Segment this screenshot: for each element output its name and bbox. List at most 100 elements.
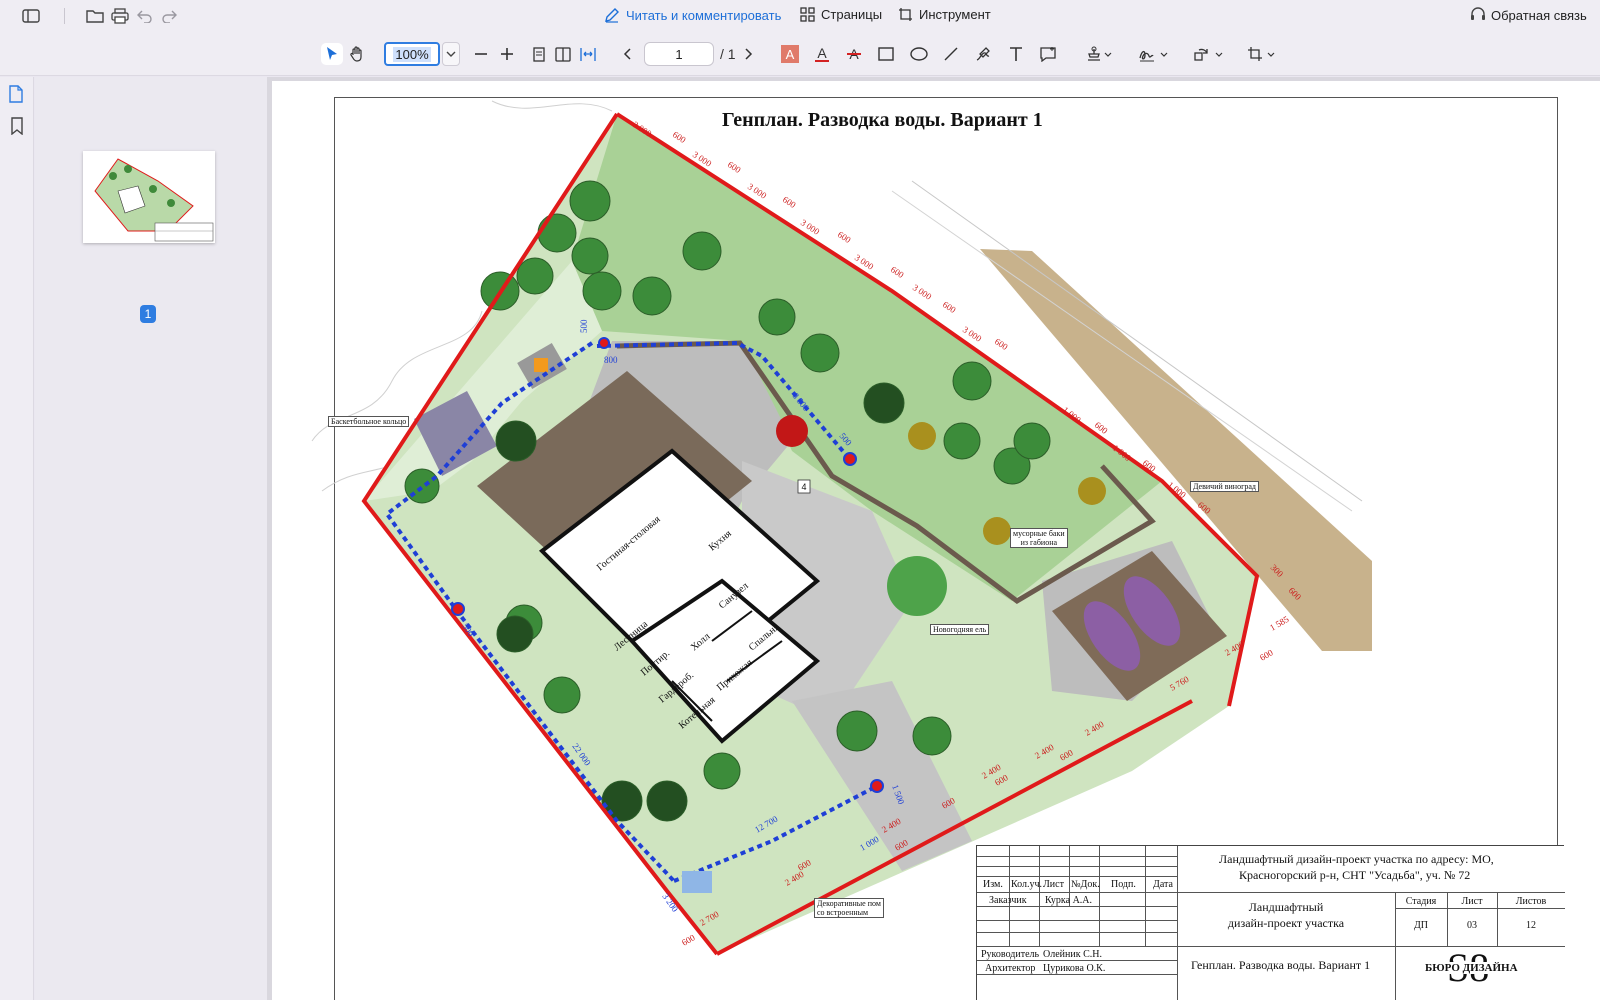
mode-pages-tab[interactable]: Страницы <box>800 7 882 22</box>
text-icon <box>1010 47 1022 61</box>
crop-tool-button[interactable] <box>1247 43 1277 65</box>
customer-name: Курка А.А. <box>1045 895 1093 906</box>
dim-label: 600 <box>993 336 1010 352</box>
signature-icon <box>1139 50 1168 62</box>
project-line2: Красногорский р-н, СНТ "Усадьба", уч. № … <box>1239 868 1471 882</box>
header-koluch: Кол.уч. <box>1011 879 1043 890</box>
page-number-badge[interactable]: 1 <box>140 305 156 323</box>
next-page-button[interactable] <box>738 43 760 65</box>
dim-label: 600 <box>941 299 958 315</box>
zoom-out-button[interactable] <box>470 43 492 65</box>
mode-tool-tab[interactable]: Инструмент <box>898 7 991 22</box>
zoom-in-button[interactable] <box>496 43 518 65</box>
mode-read-label: Читать и комментировать <box>626 7 782 23</box>
comment-add-icon <box>1040 47 1056 62</box>
left-rail <box>0 77 34 1000</box>
two-page-view-button[interactable] <box>552 43 574 65</box>
page-thumbnails-icon[interactable] <box>8 85 28 105</box>
two-page-icon <box>555 46 571 62</box>
bureau-name: БЮРО ДИЗАЙНА <box>1423 962 1520 974</box>
zoom-dropdown-button[interactable] <box>442 42 460 66</box>
trash-label: мусорные баки из габиона <box>1010 528 1068 548</box>
sidebar-toggle-icon[interactable] <box>21 6 41 26</box>
dim-label: 600 <box>680 932 697 948</box>
trash-label-line1: мусорные баки <box>1013 529 1065 538</box>
text-strikethrough-icon: A <box>847 46 861 62</box>
sheet-title: Генплан. Разводка воды. Вариант 1 <box>1191 958 1371 972</box>
ellipse-icon <box>910 47 928 61</box>
sheet-value: 03 <box>1467 920 1477 931</box>
decor-label-line1: Декоративные пом <box>817 899 881 908</box>
rotate-icon <box>1194 48 1223 61</box>
header-izm: Изм. <box>983 879 1003 890</box>
highlight-text-button[interactable]: A <box>779 43 801 65</box>
select-tool-button[interactable] <box>321 43 343 65</box>
head-label: Руководитель <box>981 949 1040 960</box>
rotate-tool-button[interactable] <box>1193 43 1223 65</box>
prev-page-button[interactable] <box>616 43 638 65</box>
decor-label: Декоративные пом со встроенным <box>814 898 884 918</box>
header-data: Дата <box>1153 879 1173 890</box>
hand-tool-button[interactable] <box>346 43 368 65</box>
text-highlight-icon: A <box>781 45 799 63</box>
plus-icon <box>501 48 513 60</box>
single-page-icon <box>533 46 545 62</box>
bookmark-icon[interactable] <box>10 117 30 137</box>
basketball-label: Баскетбольное кольцо <box>328 416 410 427</box>
stamp-tool-button[interactable] <box>1083 43 1113 65</box>
single-page-view-button[interactable] <box>528 43 550 65</box>
rectangle-icon <box>878 47 894 61</box>
mode-read-comment-tab[interactable]: Читать и комментировать <box>604 7 781 23</box>
feedback-button[interactable]: Обратная связь <box>1470 7 1587 23</box>
svg-text:A: A <box>817 45 827 61</box>
architect-label: Архитектор <box>985 963 1036 974</box>
header-list: Лист <box>1043 879 1064 890</box>
pen-icon <box>605 8 619 23</box>
chevron-down-icon <box>446 51 456 57</box>
underline-text-button[interactable]: A <box>811 43 833 65</box>
thumbnail-sidebar: 1 <box>35 77 267 1000</box>
title-block: Ландшафтный дизайн-проект участка по адр… <box>976 845 1565 1000</box>
crop-icon <box>1248 47 1275 61</box>
stage-value: ДП <box>1413 920 1429 931</box>
trash-label-line2: из габиона <box>1020 538 1058 547</box>
dim-label: 600 <box>889 264 906 280</box>
minus-icon <box>475 53 487 55</box>
architect-name: Цурикова О.К. <box>1043 963 1106 974</box>
sheet-header: Лист <box>1461 896 1483 907</box>
document-viewer[interactable]: 3 000 600 3 000 600 3 000 600 3 000 600 … <box>267 77 1600 1000</box>
crop-icon <box>899 8 912 21</box>
signature-tool-button[interactable] <box>1138 43 1168 65</box>
chevron-left-icon <box>623 48 631 60</box>
sheets-header: Листов <box>1515 896 1547 907</box>
rectangle-tool-button[interactable] <box>875 43 897 65</box>
print-icon[interactable] <box>110 6 130 26</box>
dim-label: 3 000 <box>911 282 934 302</box>
folder-icon[interactable] <box>85 6 105 26</box>
dim-label: 600 <box>781 194 798 210</box>
dim-label: 600 <box>1258 647 1275 663</box>
ellipse-tool-button[interactable] <box>908 43 930 65</box>
dim-label: 600 <box>726 159 743 175</box>
zoom-input[interactable]: 100% <box>384 42 440 66</box>
strikethrough-text-button[interactable]: A <box>843 43 865 65</box>
line-icon <box>944 47 958 61</box>
page-number-input[interactable]: 1 <box>644 42 714 66</box>
text-tool-button[interactable] <box>1005 43 1027 65</box>
feedback-label: Обратная связь <box>1491 7 1587 23</box>
text-underline-icon: A <box>815 45 829 62</box>
customer-label: Заказчик <box>989 895 1027 906</box>
redo-icon[interactable] <box>159 6 179 26</box>
annotation-toolbar: 100% 1 / 1 A A A <box>0 32 1600 76</box>
dim-label: 1 585 <box>1268 614 1291 633</box>
line-tool-button[interactable] <box>940 43 962 65</box>
undo-icon[interactable] <box>135 6 155 26</box>
page-thumbnail[interactable] <box>83 151 215 243</box>
red-shrub <box>776 415 808 447</box>
chevron-right-icon <box>745 48 753 60</box>
divider <box>64 8 65 24</box>
comment-tool-button[interactable] <box>1037 43 1059 65</box>
fit-width-button[interactable] <box>577 43 599 65</box>
header-podp: Подп. <box>1111 879 1136 890</box>
pencil-tool-button[interactable] <box>973 43 995 65</box>
